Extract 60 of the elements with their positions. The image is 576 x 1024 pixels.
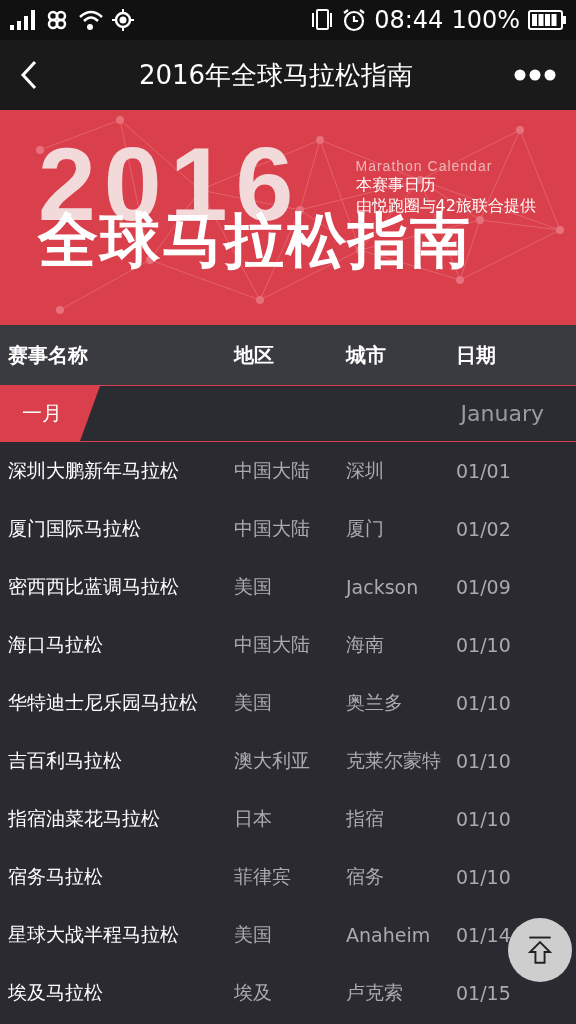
date-cell-text: 01/14: [456, 924, 512, 946]
date-cell-text: 01/10: [456, 866, 512, 888]
race-name: 指宿油菜花马拉松: [8, 806, 161, 831]
region-cell-text: 埃及: [234, 980, 273, 1005]
column-header: 城市: [346, 341, 387, 369]
city-cell-text: 奥兰多: [346, 690, 404, 715]
city-cell-text: Jackson: [346, 576, 420, 598]
race-name: 厦门国际马拉松: [8, 516, 142, 541]
battery-icon: [528, 10, 566, 30]
race-name: 吉百利马拉松: [8, 748, 123, 773]
city-cell-text: 指宿: [346, 806, 385, 831]
race-name: 密西西比蓝调马拉松: [8, 574, 180, 599]
region-cell-text: 中国大陆: [234, 458, 311, 483]
city-cell-text: 海南: [346, 632, 385, 657]
region-cell-text: 中国大陆: [234, 632, 311, 657]
date-cell-text: 01/10: [456, 750, 512, 772]
banner-caption: 本赛事日历: [355, 174, 437, 195]
battery-percent: 100%: [451, 6, 520, 34]
vibrate-icon: [310, 9, 335, 31]
race-name: 埃及马拉松: [8, 980, 104, 1005]
page-title: 2016年全球马拉松指南: [137, 58, 415, 92]
city-cell-text: 宿务: [346, 864, 385, 889]
clock-time: 08:44: [374, 6, 444, 34]
date-cell-text: 01/10: [456, 634, 512, 656]
back-icon[interactable]: [20, 60, 38, 90]
region-cell-text: 日本: [234, 806, 273, 831]
race-name: 宿务马拉松: [8, 864, 104, 889]
up-arrow-icon: [527, 935, 553, 965]
date-cell-text: 01/15: [456, 982, 512, 1004]
region-cell-text: 美国: [234, 690, 273, 715]
city-cell-text: 卢克索: [346, 980, 404, 1005]
date-cell-text: 01/02: [456, 518, 512, 540]
month-tag: 一月: [0, 386, 100, 441]
race-name: 海口马拉松: [8, 632, 104, 657]
column-header: 地区: [234, 341, 275, 369]
race-name: 深圳大鹏新年马拉松: [8, 458, 180, 483]
date-cell-text: 01/09: [456, 576, 512, 598]
date-cell-text: 01/10: [456, 692, 512, 714]
column-header: 赛事名称: [8, 341, 89, 369]
race-name: 华特迪士尼乐园马拉松: [8, 690, 199, 715]
region-cell-text: 美国: [234, 574, 273, 599]
month-name: January: [460, 401, 545, 426]
city-cell-text: 深圳: [346, 458, 385, 483]
region-cell-text: 中国大陆: [234, 516, 311, 541]
wifi-icon: [78, 9, 104, 31]
location-icon: [112, 9, 134, 31]
race-name: 星球大战半程马拉松: [8, 922, 180, 947]
date-cell-text: 01/01: [456, 460, 512, 482]
alarm-icon: [342, 8, 367, 32]
region-cell-text: 美国: [234, 922, 273, 947]
region-cell-text: 菲律宾: [234, 864, 292, 889]
date-cell-text: 01/10: [456, 808, 512, 830]
city-cell-text: Anaheim: [346, 924, 432, 946]
region-cell-text: 澳大利亚: [234, 748, 311, 773]
signal-icon: [10, 10, 36, 30]
city-cell-text: 厦门: [346, 516, 385, 541]
column-header: 日期: [456, 341, 497, 369]
banner-subtitle: Marathon Calendar: [355, 158, 494, 174]
city-cell-text: 克莱尔蒙特: [346, 748, 442, 773]
more-icon[interactable]: [514, 69, 556, 81]
